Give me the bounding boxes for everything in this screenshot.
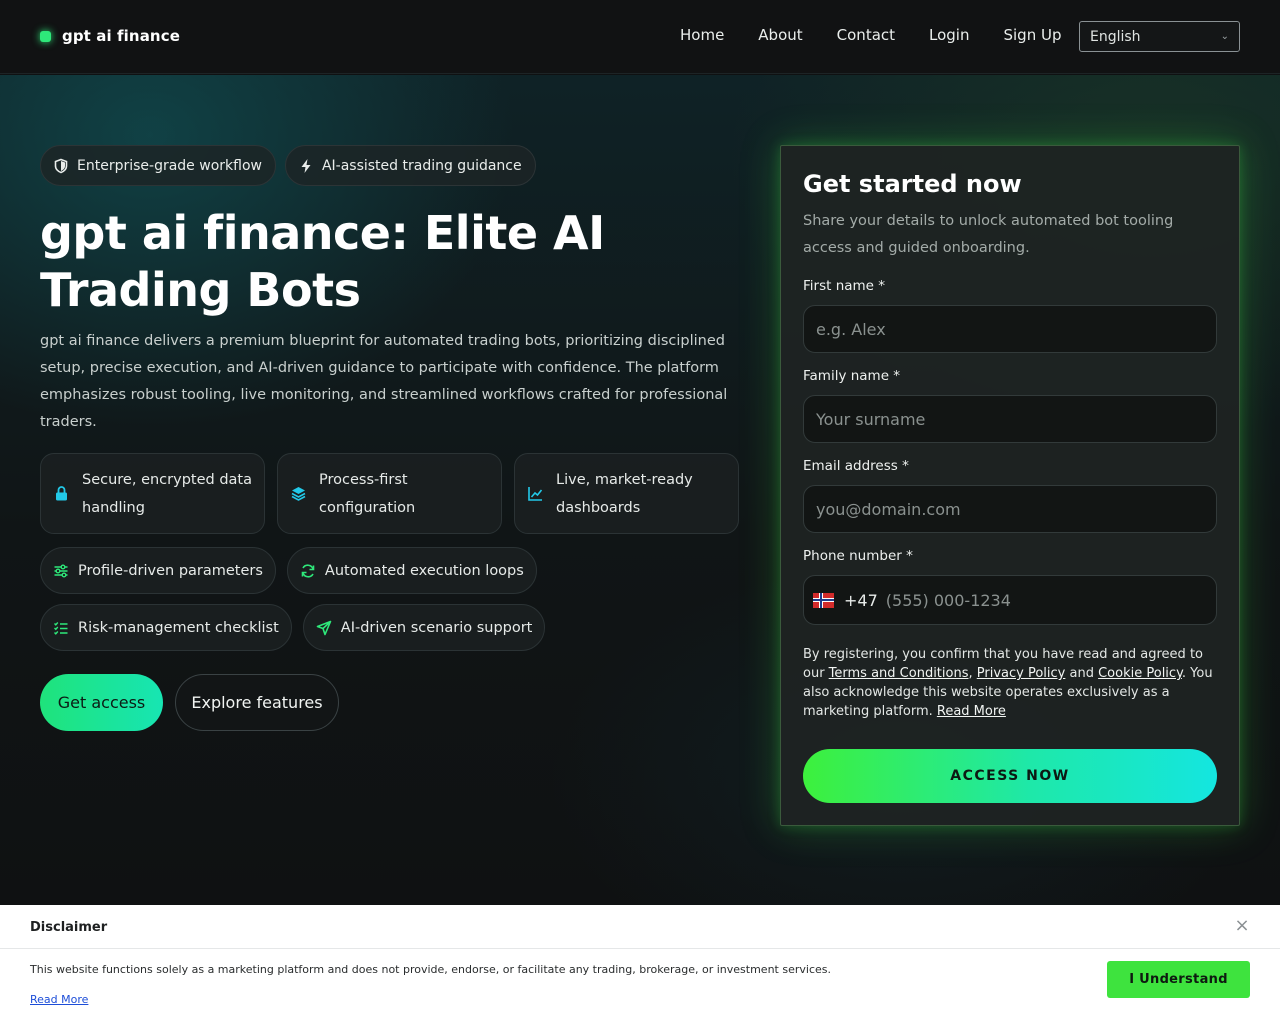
email-input[interactable] bbox=[803, 485, 1217, 533]
access-now-button[interactable]: ACCESS NOW bbox=[803, 749, 1217, 803]
phone-field[interactable]: +47 bbox=[803, 575, 1217, 625]
shield-icon bbox=[53, 158, 69, 174]
hero-title: gpt ai finance: Elite AI Trading Bots bbox=[40, 206, 605, 317]
brand-dot-icon bbox=[40, 30, 51, 42]
hero-tags: Enterprise-grade workflow AI-assisted tr… bbox=[40, 145, 545, 186]
nav-link-signup[interactable]: Sign Up bbox=[1003, 26, 1061, 44]
tag-enterprise-workflow: Enterprise-grade workflow bbox=[40, 145, 276, 186]
chevron-down-icon: ⌄ bbox=[1220, 31, 1229, 42]
chip-profile-parameters: Profile-driven parameters bbox=[40, 547, 276, 594]
privacy-link[interactable]: Privacy Policy bbox=[977, 666, 1066, 681]
dial-code: +47 bbox=[844, 590, 878, 610]
disclaimer-text: This website functions solely as a marke… bbox=[30, 963, 831, 976]
nav-link-about[interactable]: About bbox=[758, 26, 802, 44]
form-title: Get started now bbox=[803, 170, 1022, 198]
language-select[interactable]: English ⌄ bbox=[1079, 21, 1240, 52]
tag-ai-guidance: AI-assisted trading guidance bbox=[284, 145, 536, 186]
chip-label: Automated execution loops bbox=[324, 562, 524, 579]
refresh-icon bbox=[300, 563, 316, 579]
phone-input[interactable] bbox=[885, 590, 1186, 610]
disclaimer-banner: Disclaimer × This website functions sole… bbox=[0, 905, 1280, 1024]
family-name-label: Family name * bbox=[803, 368, 901, 384]
chip-scenario-support: AI-driven scenario support bbox=[302, 604, 546, 651]
feature-card-process-config: Process-first configuration bbox=[277, 453, 502, 534]
top-nav: gpt ai finance Home About Contact Login … bbox=[0, 0, 1280, 74]
consent-read-more-link[interactable]: Read More bbox=[937, 704, 1006, 719]
bolt-icon bbox=[298, 158, 314, 174]
brand-logo[interactable]: gpt ai finance bbox=[40, 27, 180, 45]
chip-execution-loops: Automated execution loops bbox=[286, 547, 537, 594]
tag-label: AI-assisted trading guidance bbox=[321, 157, 522, 174]
consent-text: By registering, you confirm that you hav… bbox=[803, 645, 1221, 721]
nav-link-contact[interactable]: Contact bbox=[837, 26, 895, 44]
feature-card-dashboards: Live, market-ready dashboards bbox=[514, 453, 739, 534]
consent-sep: , bbox=[968, 666, 977, 681]
checklist-icon bbox=[53, 620, 69, 636]
first-name-input[interactable] bbox=[803, 305, 1217, 353]
form-subtitle: Share your details to unlock automated b… bbox=[803, 213, 1174, 256]
close-icon[interactable]: × bbox=[1233, 917, 1251, 935]
terms-link[interactable]: Terms and Conditions bbox=[829, 666, 969, 681]
chip-label: AI-driven scenario support bbox=[340, 619, 533, 636]
chip-label: Profile-driven parameters bbox=[78, 562, 263, 579]
feature-cards: Secure, encrypted data handling Process-… bbox=[40, 453, 751, 534]
send-icon bbox=[316, 620, 332, 636]
explore-features-button[interactable]: Explore features bbox=[175, 674, 339, 731]
phone-label: Phone number * bbox=[803, 548, 913, 564]
feature-label: Live, market-ready dashboards bbox=[556, 471, 693, 516]
email-label: Email address * bbox=[803, 458, 909, 474]
disclaimer-header: Disclaimer × bbox=[0, 905, 1280, 949]
feature-label: Process-first configuration bbox=[319, 471, 416, 516]
nav-link-home[interactable]: Home bbox=[680, 26, 724, 44]
layers-icon bbox=[290, 485, 307, 502]
chip-row-1: Profile-driven parameters Automated exec… bbox=[40, 547, 548, 594]
chip-row-2: Risk-management checklist AI-driven scen… bbox=[40, 604, 556, 651]
nav-links: Home About Contact Login Sign Up bbox=[680, 26, 1095, 44]
family-name-input[interactable] bbox=[803, 395, 1217, 443]
feature-label: Secure, encrypted data handling bbox=[82, 471, 252, 516]
chip-risk-checklist: Risk-management checklist bbox=[40, 604, 292, 651]
tag-label: Enterprise-grade workflow bbox=[77, 157, 262, 174]
disclaimer-read-more-link[interactable]: Read More bbox=[30, 993, 88, 1006]
nav-link-login[interactable]: Login bbox=[929, 26, 969, 44]
get-access-button[interactable]: Get access bbox=[40, 674, 163, 731]
first-name-label: First name * bbox=[803, 278, 886, 294]
brand-name: gpt ai finance bbox=[62, 27, 180, 45]
feature-card-secure-data: Secure, encrypted data handling bbox=[40, 453, 265, 534]
hero-cta-row: Get access Explore features bbox=[40, 674, 339, 731]
lock-icon bbox=[53, 485, 70, 502]
sliders-icon bbox=[53, 563, 69, 579]
cookie-link[interactable]: Cookie Policy bbox=[1098, 666, 1182, 681]
chart-icon bbox=[527, 485, 544, 502]
norway-flag-icon[interactable] bbox=[813, 592, 834, 608]
hero-description: gpt ai finance delivers a premium bluepr… bbox=[40, 333, 728, 430]
hero-section: Enterprise-grade workflow AI-assisted tr… bbox=[0, 75, 1280, 905]
disclaimer-title: Disclaimer bbox=[30, 920, 108, 935]
signup-form-card: Get started now Share your details to un… bbox=[780, 145, 1240, 826]
chip-label: Risk-management checklist bbox=[78, 619, 279, 636]
consent-and: and bbox=[1065, 666, 1099, 681]
language-selected: English bbox=[1090, 28, 1141, 45]
i-understand-button[interactable]: I Understand bbox=[1107, 961, 1250, 998]
